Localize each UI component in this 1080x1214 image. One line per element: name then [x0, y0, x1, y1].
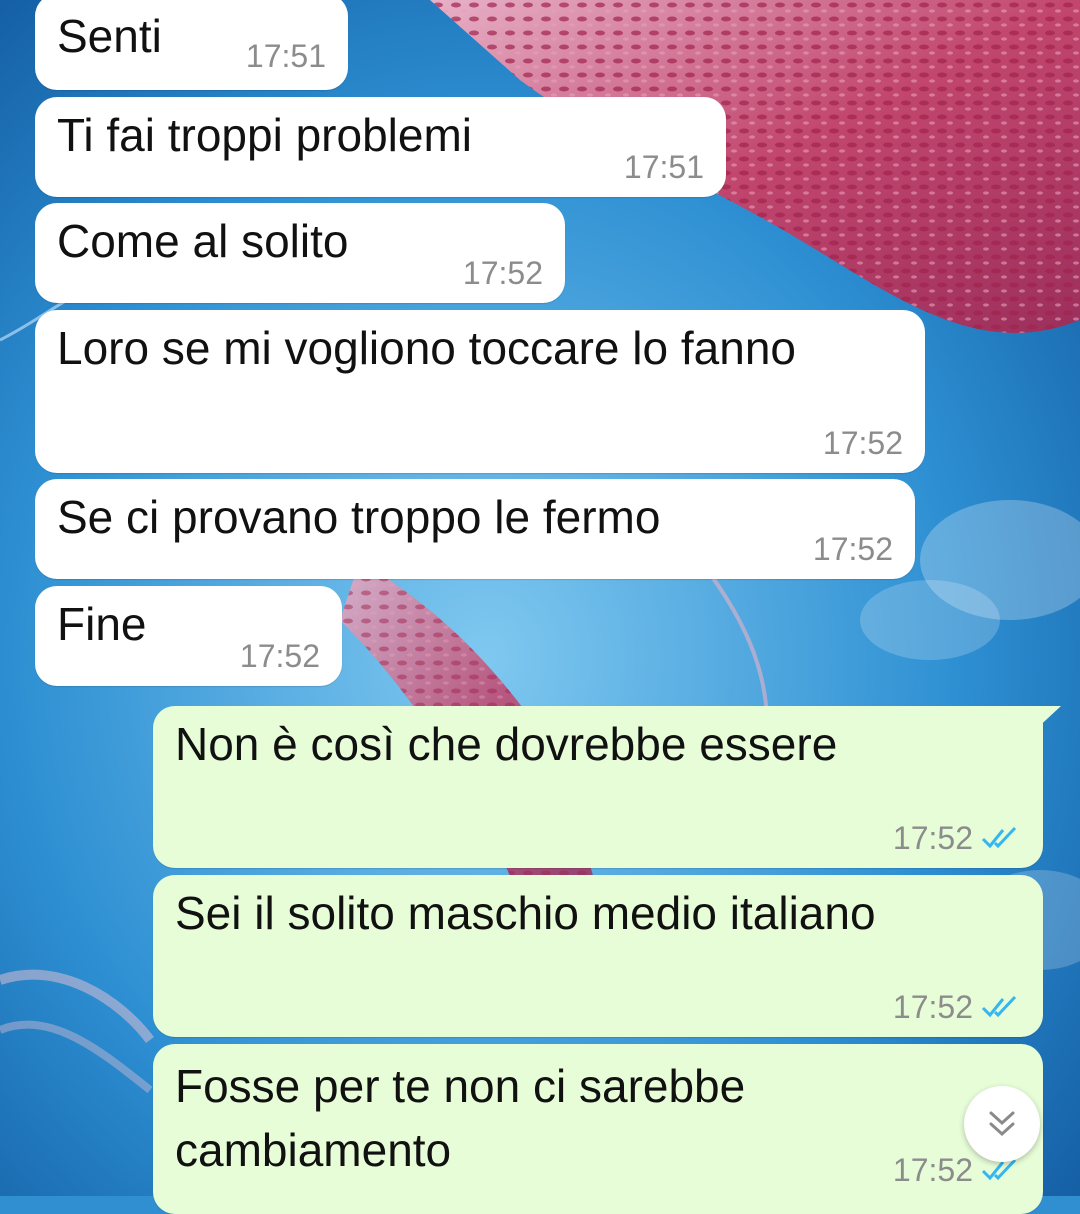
message-time: 17:52: [812, 531, 893, 567]
message-text: Come al solito: [57, 215, 349, 267]
message-time: 17:52: [462, 255, 543, 291]
double-check-icon: [981, 995, 1017, 1018]
message-time: 17:52: [239, 638, 320, 674]
message-bubble[interactable]: Come al solito 17:52: [35, 203, 565, 303]
message-text: Se ci provano troppo le fermo: [57, 491, 661, 543]
message-text: Non è così che dovrebbe essere: [175, 718, 838, 770]
message-list[interactable]: Senti 17:51 Ti fai troppi problemi 17:51…: [0, 0, 1080, 1214]
message-text: Ti fai troppi problemi: [57, 109, 473, 161]
message-bubble[interactable]: Senti 17:51: [35, 0, 348, 90]
bubble-tail: [1033, 706, 1061, 732]
message-text: Sei il solito maschio medio italiano: [175, 887, 876, 939]
message-bubble[interactable]: Se ci provano troppo le fermo 17:52: [35, 479, 915, 579]
message-time: 17:52: [893, 820, 1021, 856]
message-text: Loro se mi vogliono toccare lo fanno: [57, 322, 796, 374]
message-text: Senti: [57, 10, 162, 62]
message-bubble[interactable]: Loro se mi vogliono toccare lo fanno 17:…: [35, 310, 925, 473]
message-time: 17:52: [893, 989, 1021, 1025]
message-text: Fine: [57, 598, 147, 650]
message-bubble-outgoing[interactable]: Sei il solito maschio medio italiano 17:…: [153, 875, 1043, 1037]
message-time: 17:52: [822, 425, 903, 461]
double-check-icon: [981, 826, 1017, 849]
chevron-double-down-icon: [989, 1111, 1015, 1137]
message-bubble-outgoing[interactable]: Non è così che dovrebbe essere 17:52: [153, 706, 1061, 868]
scroll-to-bottom-button[interactable]: [964, 1086, 1040, 1162]
message-time: 17:51: [245, 38, 326, 74]
message-time: 17:51: [623, 149, 704, 185]
message-text: Fosse per te non ci sarebbe cambiamento: [175, 1060, 746, 1176]
message-bubble[interactable]: Fine 17:52: [35, 586, 342, 686]
message-bubble[interactable]: Ti fai troppi problemi 17:51: [35, 97, 726, 197]
message-bubble-outgoing[interactable]: Fosse per te non ci sarebbe cambiamento …: [153, 1044, 1043, 1214]
